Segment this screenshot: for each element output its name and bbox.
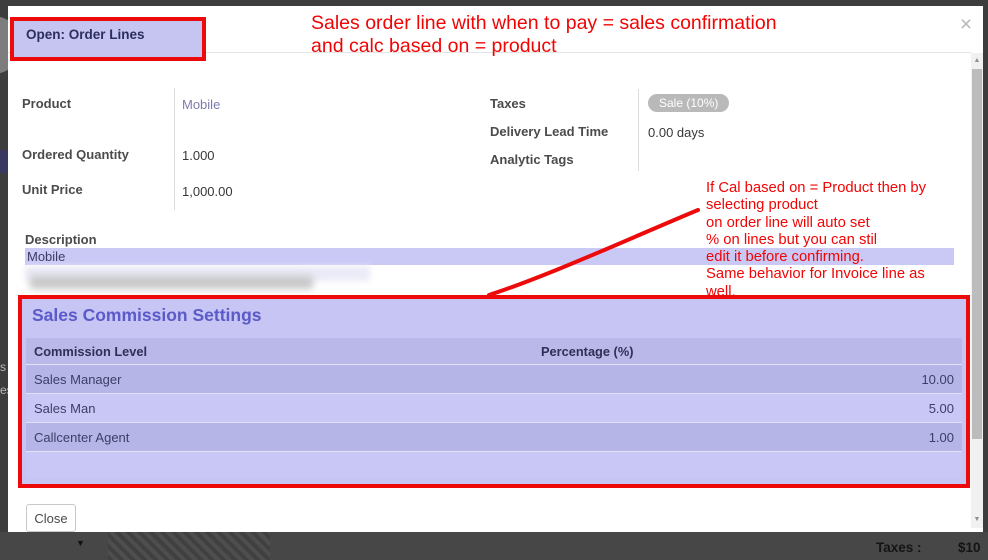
ordered-quantity-value: 1.000	[182, 148, 215, 163]
modal-scrollbar[interactable]: ▲ ▼	[971, 53, 983, 528]
ordered-quantity-label: Ordered Quantity	[22, 147, 129, 162]
product-label: Product	[22, 96, 71, 111]
unit-price-label: Unit Price	[22, 182, 83, 197]
annotation-heading-line2: and calc based on = product	[311, 35, 931, 58]
background-indigo-band	[0, 150, 8, 173]
modal-title: Open: Order Lines	[26, 27, 145, 42]
percentage-cell: 1.00	[541, 430, 962, 445]
redacted-description-line	[30, 276, 313, 289]
product-value-link[interactable]: Mobile	[182, 97, 220, 112]
annotation-note: If Cal based on = Product then by select…	[706, 180, 968, 301]
scroll-up-icon[interactable]: ▲	[971, 55, 983, 67]
order-line-modal: Open: Order Lines Sales order line with …	[8, 6, 983, 532]
annotation-note-line: Same behavior for Invoice line as	[706, 266, 968, 283]
background-text-fragment: s	[0, 360, 6, 374]
annotation-note-line: If Cal based on = Product then by	[706, 180, 968, 197]
table-row[interactable]: Sales Man 5.00	[26, 394, 962, 423]
percentage-cell: 5.00	[541, 401, 962, 416]
background-taxes-value: $10	[958, 540, 988, 555]
delivery-lead-time-label: Delivery Lead Time	[490, 124, 608, 139]
commission-level-cell: Sales Manager	[26, 372, 541, 387]
sales-commission-heading: Sales Commission Settings	[32, 305, 262, 326]
modal-title-highlight-box: Open: Order Lines	[10, 17, 206, 61]
commission-level-header: Commission Level	[26, 344, 541, 359]
percentage-cell: 10.00	[541, 372, 962, 387]
analytic-tags-label: Analytic Tags	[490, 152, 574, 167]
commission-table-header: Commission Level Percentage (%)	[26, 338, 962, 365]
table-row[interactable]: Callcenter Agent 1.00	[26, 423, 962, 452]
taxes-label: Taxes	[490, 96, 526, 111]
close-button[interactable]: Close	[26, 504, 76, 532]
field-separator-right	[638, 89, 639, 171]
empty-table-row	[26, 452, 962, 478]
annotation-note-line: on order line will auto set	[706, 215, 968, 232]
annotation-note-line: selecting product	[706, 197, 968, 214]
annotation-note-line: well.	[706, 284, 968, 301]
field-separator-left	[174, 88, 175, 210]
annotation-note-line: edit it before confirming.	[706, 249, 968, 266]
screenshot-stage: s es ▼ Taxes : $10 Open: Order Lines Sal…	[0, 0, 988, 560]
close-icon[interactable]: ×	[955, 14, 977, 36]
percentage-header: Percentage (%)	[541, 344, 962, 359]
background-taxes-label: Taxes :	[876, 540, 922, 555]
annotation-heading-line1: Sales order line with when to pay = sale…	[311, 12, 931, 35]
unit-price-value: 1,000.00	[182, 184, 233, 199]
sales-commission-box: Sales Commission Settings Commission Lev…	[18, 295, 970, 488]
background-hatched-cell	[108, 532, 270, 560]
tax-badge: Sale (10%)	[648, 94, 729, 112]
scroll-down-icon[interactable]: ▼	[971, 514, 983, 526]
scrollbar-thumb[interactable]	[972, 69, 982, 439]
delivery-lead-time-value: 0.00 days	[648, 125, 704, 140]
commission-level-cell: Callcenter Agent	[26, 430, 541, 445]
dropdown-arrow-icon: ▼	[76, 538, 85, 548]
description-label: Description	[25, 232, 97, 247]
annotation-heading: Sales order line with when to pay = sale…	[311, 12, 931, 58]
table-row[interactable]: Sales Manager 10.00	[26, 365, 962, 394]
annotation-note-line: % on lines but you can stil	[706, 232, 968, 249]
commission-table: Commission Level Percentage (%) Sales Ma…	[26, 338, 962, 478]
commission-level-cell: Sales Man	[26, 401, 541, 416]
